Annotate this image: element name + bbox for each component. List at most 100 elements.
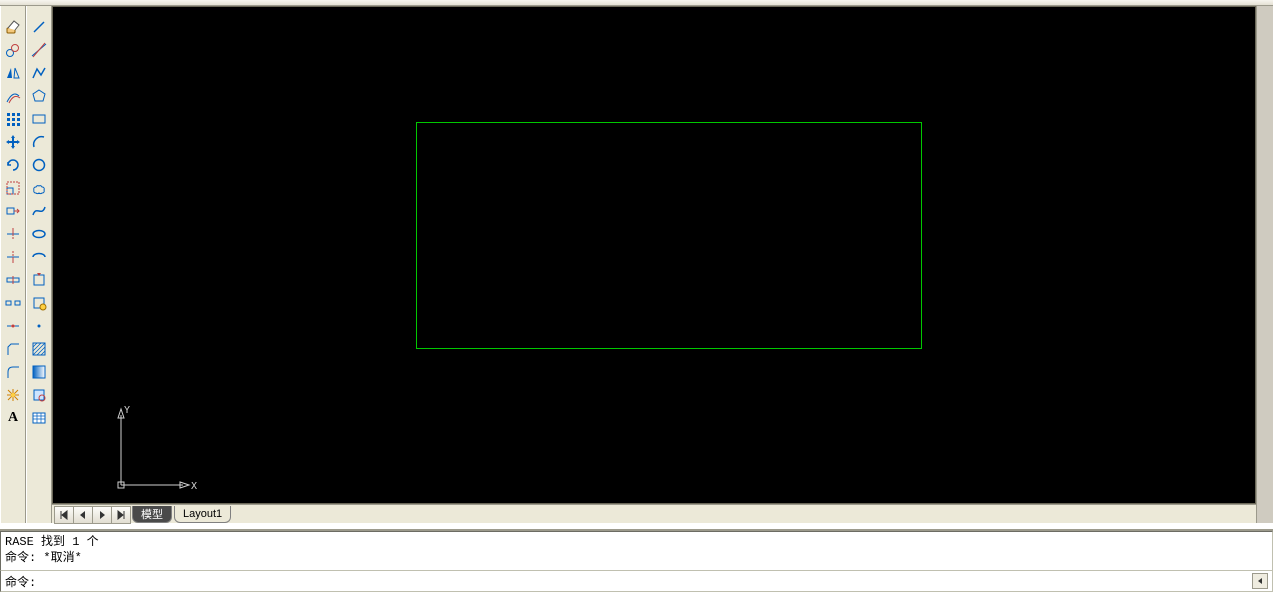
circle-button[interactable] — [28, 154, 50, 176]
modify-toolbar: A — [0, 6, 26, 523]
drawing-rectangle[interactable] — [416, 122, 922, 349]
construction-line-icon — [31, 42, 47, 58]
explode-button[interactable] — [2, 384, 24, 406]
point-icon — [31, 318, 47, 334]
ucs-y-label: Y — [124, 405, 130, 416]
main-area: A — [0, 6, 1273, 523]
make-block-button[interactable] — [28, 292, 50, 314]
text-icon: A — [8, 410, 18, 426]
spline-button[interactable] — [28, 200, 50, 222]
copy-icon — [5, 42, 21, 58]
spline-icon — [31, 203, 47, 219]
history-line: RASE 找到 1 个 — [5, 535, 99, 549]
canvas-zone: Y X 模型 — [52, 6, 1256, 523]
extend-icon — [5, 249, 21, 265]
hatch-button[interactable] — [28, 338, 50, 360]
chevron-left-icon — [1256, 577, 1264, 585]
move-icon — [5, 134, 21, 150]
polyline-button[interactable] — [28, 62, 50, 84]
join-icon — [5, 318, 21, 334]
last-icon — [116, 510, 126, 520]
join-button[interactable] — [2, 315, 24, 337]
erase-button[interactable] — [2, 16, 24, 38]
revision-cloud-button[interactable] — [28, 177, 50, 199]
mirror-button[interactable] — [2, 62, 24, 84]
break-button[interactable] — [2, 292, 24, 314]
tab-layout1[interactable]: Layout1 — [174, 506, 231, 523]
cad-app-window: A — [0, 0, 1273, 592]
stretch-button[interactable] — [2, 200, 24, 222]
ucs-x-label: X — [191, 481, 197, 492]
insert-block-button[interactable] — [28, 269, 50, 291]
first-icon — [59, 510, 69, 520]
erase-icon — [5, 19, 21, 35]
copy-button[interactable] — [2, 39, 24, 61]
tab-label: 模型 — [141, 506, 163, 522]
ucs-axis-indicator: Y X — [113, 403, 203, 493]
polygon-icon — [31, 88, 47, 104]
trim-button[interactable] — [2, 223, 24, 245]
tab-model[interactable]: 模型 — [132, 506, 172, 523]
polygon-button[interactable] — [28, 85, 50, 107]
extend-button[interactable] — [2, 246, 24, 268]
circle-icon — [31, 157, 47, 173]
scale-button[interactable] — [2, 177, 24, 199]
fillet-icon — [5, 364, 21, 380]
tab-label: Layout1 — [183, 508, 222, 520]
command-history[interactable]: RASE 找到 1 个 命令: *取消* — [0, 531, 1273, 571]
rotate-button[interactable] — [2, 154, 24, 176]
arc-icon — [31, 134, 47, 150]
arc-button[interactable] — [28, 131, 50, 153]
prev-icon — [78, 510, 88, 520]
ellipse-icon — [31, 226, 47, 242]
command-scroll-left[interactable] — [1252, 573, 1268, 589]
rotate-icon — [5, 157, 21, 173]
stretch-icon — [5, 203, 21, 219]
line-button[interactable] — [28, 16, 50, 38]
ellipse-arc-icon — [31, 249, 47, 265]
command-input-row: 命令: — [0, 571, 1273, 592]
command-prompt: 命令: — [5, 573, 43, 590]
region-button[interactable] — [28, 384, 50, 406]
scale-icon — [5, 180, 21, 196]
gradient-button[interactable] — [28, 361, 50, 383]
region-icon — [31, 387, 47, 403]
tab-nav-last[interactable] — [111, 506, 131, 524]
tab-nav-prev[interactable] — [73, 506, 93, 524]
canvas-vertical-scrollbar[interactable] — [1256, 6, 1273, 523]
gradient-icon — [31, 364, 47, 380]
break-point-icon — [5, 272, 21, 288]
left-toolbars: A — [0, 6, 52, 523]
break-point-button[interactable] — [2, 269, 24, 291]
tab-nav-first[interactable] — [54, 506, 74, 524]
table-button[interactable] — [28, 407, 50, 429]
trim-icon — [5, 226, 21, 242]
rectangle-button[interactable] — [28, 108, 50, 130]
ellipse-button[interactable] — [28, 223, 50, 245]
layout-tabbar: 模型 Layout1 — [52, 504, 1256, 523]
mirror-icon — [5, 65, 21, 81]
point-button[interactable] — [28, 315, 50, 337]
polyline-icon — [31, 65, 47, 81]
move-button[interactable] — [2, 131, 24, 153]
command-input[interactable] — [43, 572, 1252, 590]
make-block-icon — [31, 295, 47, 311]
fillet-button[interactable] — [2, 361, 24, 383]
draw-toolbar — [26, 6, 52, 523]
construction-line-button[interactable] — [28, 39, 50, 61]
ellipse-arc-button[interactable] — [28, 246, 50, 268]
revision-cloud-icon — [31, 180, 47, 196]
command-panel: RASE 找到 1 个 命令: *取消* 命令: — [0, 529, 1273, 592]
chamfer-button[interactable] — [2, 338, 24, 360]
array-button[interactable] — [2, 108, 24, 130]
offset-button[interactable] — [2, 85, 24, 107]
tab-nav-next[interactable] — [92, 506, 112, 524]
line-icon — [31, 19, 47, 35]
offset-icon — [5, 88, 21, 104]
insert-block-icon — [31, 272, 47, 288]
text-button[interactable]: A — [2, 407, 24, 429]
array-icon — [5, 111, 21, 127]
command-area: RASE 找到 1 个 命令: *取消* 命令: — [0, 523, 1273, 592]
drawing-canvas[interactable]: Y X — [52, 6, 1256, 504]
chamfer-icon — [5, 341, 21, 357]
